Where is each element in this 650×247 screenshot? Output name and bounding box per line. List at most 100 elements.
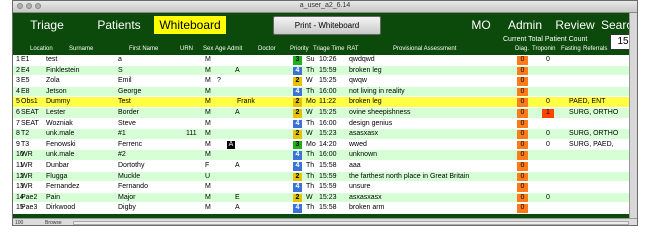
referrals-cell[interactable]: SURG, ORTHO	[569, 130, 618, 139]
diag-indicator[interactable]: 0	[517, 204, 528, 213]
triage-time-cell[interactable]: 15:25	[319, 77, 337, 86]
location-cell[interactable]: Obs1	[21, 98, 38, 107]
sex-cell[interactable]: F	[205, 162, 209, 171]
table-row[interactable]: 2 E4 Finklestein S M Th 15:59 broken leg A 4 0	[13, 65, 637, 77]
surname-cell[interactable]: Pain	[46, 194, 60, 203]
location-cell[interactable]: Pae2	[21, 194, 37, 203]
col-fasting[interactable]: Fasting	[561, 46, 581, 52]
troponin-cell[interactable]	[542, 67, 554, 76]
assessment-cell[interactable]: broken leg	[349, 67, 382, 76]
doctor-cell[interactable]: Frank	[237, 98, 255, 107]
tab-mo[interactable]: MO	[468, 16, 494, 34]
triage-day-cell[interactable]: Th	[306, 88, 314, 97]
surname-cell[interactable]: test	[46, 56, 57, 65]
assessment-cell[interactable]: asxasxasx	[349, 194, 382, 203]
age-cell[interactable]: ?	[217, 77, 221, 86]
table-row[interactable]: 12 WR Flugga Muckle U Th 15:59 the farthest nor…	[13, 171, 637, 183]
sex-cell[interactable]: U	[205, 173, 210, 182]
vertical-scrollbar[interactable]	[629, 13, 637, 218]
triage-day-cell[interactable]: Th	[306, 151, 314, 160]
assessment-cell[interactable]: wwed	[349, 141, 367, 150]
surname-cell[interactable]: Lester	[46, 109, 65, 118]
location-cell[interactable]: WR	[21, 183, 33, 192]
triage-day-cell[interactable]: W	[306, 77, 313, 86]
first-name-cell[interactable]: #2	[118, 151, 126, 160]
col-admit[interactable]: Admit	[227, 46, 242, 52]
tab-whiteboard[interactable]: Whiteboard	[154, 16, 226, 34]
surname-cell[interactable]: Dummy	[46, 98, 70, 107]
triage-time-cell[interactable]: 15:58	[319, 162, 337, 171]
triage-day-cell[interactable]: Th	[306, 162, 314, 171]
col-first-name[interactable]: First Name	[129, 46, 158, 52]
triage-time-cell[interactable]: 16:00	[319, 151, 337, 160]
troponin-cell[interactable]	[542, 183, 554, 192]
admit-cell[interactable]: E	[235, 194, 240, 203]
first-name-cell[interactable]: Muckle	[118, 173, 140, 182]
sex-cell[interactable]: M	[205, 151, 211, 160]
sex-cell[interactable]: M	[205, 194, 211, 203]
diag-indicator[interactable]: 0	[517, 98, 528, 107]
assessment-cell[interactable]: broken arm	[349, 204, 384, 213]
horizontal-scrollbar[interactable]	[73, 221, 629, 225]
first-name-cell[interactable]: Steve	[118, 120, 136, 129]
triage-day-cell[interactable]: W	[306, 109, 313, 118]
triage-time-cell[interactable]: 15:59	[319, 183, 337, 192]
assessment-cell[interactable]: not living in reality	[349, 88, 405, 97]
triage-day-cell[interactable]: Th	[306, 183, 314, 192]
troponin-cell[interactable]	[542, 173, 554, 182]
triage-time-cell[interactable]: 15:23	[319, 194, 337, 203]
troponin-cell[interactable]: 1	[542, 108, 554, 118]
location-cell[interactable]: T2	[21, 130, 29, 139]
table-row[interactable]: 6 SEAT Lester Border M W 15:25 ovine sheepishne…	[13, 107, 637, 119]
surname-cell[interactable]: Fernandez	[46, 183, 79, 192]
triage-day-cell[interactable]: Su	[306, 56, 315, 65]
location-cell[interactable]: E1	[21, 56, 30, 65]
first-name-cell[interactable]: Digby	[118, 204, 136, 213]
tab-triage[interactable]: Triage	[21, 16, 73, 34]
col-urn[interactable]: URN	[180, 46, 193, 52]
triage-day-cell[interactable]: Mo	[306, 141, 316, 150]
surname-cell[interactable]: Jetson	[46, 88, 67, 97]
urn-cell[interactable]: 111	[186, 130, 197, 139]
triage-time-cell[interactable]: 15:23	[319, 130, 337, 139]
print-whiteboard-button[interactable]: Print - Whiteboard	[273, 16, 381, 35]
triage-day-cell[interactable]: Th	[306, 173, 314, 182]
troponin-cell[interactable]: 0	[542, 194, 554, 203]
triage-time-cell[interactable]: 11:22	[319, 98, 336, 107]
triage-day-cell[interactable]: Th	[306, 120, 314, 129]
location-cell[interactable]: E4	[21, 67, 30, 76]
sex-cell[interactable]: M	[205, 141, 211, 150]
location-cell[interactable]: WR	[21, 173, 33, 182]
assessment-cell[interactable]: the farthest north place in Great Britai…	[349, 173, 469, 182]
surname-cell[interactable]: Finklestein	[46, 67, 79, 76]
col-troponin[interactable]: Troponin	[532, 46, 555, 52]
triage-day-cell[interactable]: Mo	[306, 98, 316, 107]
tab-admin[interactable]: Admin	[503, 16, 547, 34]
triage-time-cell[interactable]: 14:20	[319, 141, 337, 150]
location-cell[interactable]: E8	[21, 88, 30, 97]
surname-cell[interactable]: unk.male	[46, 130, 74, 139]
first-name-cell[interactable]: Test	[118, 98, 131, 107]
diag-indicator[interactable]: 0	[517, 108, 528, 118]
location-cell[interactable]: WR	[21, 151, 33, 160]
assessment-cell[interactable]: unknown	[349, 151, 377, 160]
location-cell[interactable]: SEAT	[21, 120, 39, 129]
troponin-cell[interactable]	[542, 162, 554, 171]
admit-cell[interactable]: A	[227, 140, 235, 150]
troponin-cell[interactable]	[542, 120, 554, 129]
first-name-cell[interactable]: Dortothy	[118, 162, 144, 171]
triage-day-cell[interactable]: W	[306, 130, 313, 139]
table-row[interactable]: 3 E5 Zola Emil M? W 15:25 qwqw 2 0	[13, 76, 637, 87]
triage-day-cell[interactable]: W	[306, 194, 313, 203]
diag-indicator[interactable]: 0	[517, 183, 528, 192]
diag-indicator[interactable]: 0	[517, 140, 528, 150]
diag-indicator[interactable]: 0	[517, 87, 528, 97]
triage-time-cell[interactable]: 16:00	[319, 120, 337, 129]
assessment-cell[interactable]: qwdqwd	[349, 56, 375, 65]
referrals-cell[interactable]: SURG, PAED,	[569, 141, 614, 150]
diag-indicator[interactable]: 0	[517, 119, 528, 129]
troponin-cell[interactable]: 0	[542, 56, 554, 65]
sex-cell[interactable]: M	[205, 204, 211, 213]
tab-review[interactable]: Review	[553, 16, 597, 34]
mode-selector[interactable]: Browse	[45, 220, 62, 225]
